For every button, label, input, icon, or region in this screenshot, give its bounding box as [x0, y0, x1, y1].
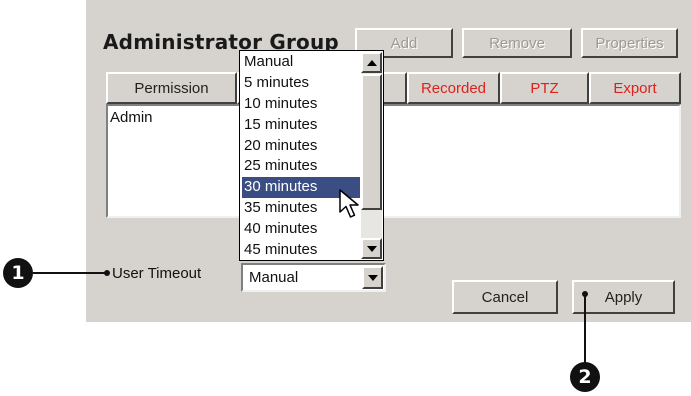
- dropdown-options: Manual 5 minutes 10 minutes 15 minutes 2…: [242, 52, 360, 261]
- mouse-cursor-icon: [339, 189, 359, 218]
- callout-1-leader-line: [33, 272, 106, 274]
- option-45-minutes[interactable]: 45 minutes: [242, 240, 360, 261]
- dropdown-arrow-button[interactable]: [362, 266, 383, 289]
- column-header-ptz[interactable]: PTZ: [500, 72, 589, 104]
- properties-button[interactable]: Properties: [581, 28, 678, 58]
- chevron-down-icon: [366, 245, 377, 252]
- chevron-up-icon: [366, 59, 377, 66]
- option-5-minutes[interactable]: 5 minutes: [242, 73, 360, 94]
- callout-2-leader-line: [584, 294, 586, 364]
- option-15-minutes[interactable]: 15 minutes: [242, 115, 360, 136]
- user-timeout-select[interactable]: Manual: [241, 263, 386, 292]
- callout-badge-1: 1: [3, 258, 33, 288]
- dropdown-scrollbar[interactable]: [361, 52, 382, 259]
- column-header-permission[interactable]: Permission: [106, 72, 237, 104]
- column-header-recorded[interactable]: Recorded: [407, 72, 500, 104]
- cancel-button[interactable]: Cancel: [452, 280, 558, 314]
- user-timeout-dropdown-list[interactable]: Manual 5 minutes 10 minutes 15 minutes 2…: [239, 50, 384, 261]
- scrollbar-thumb[interactable]: [361, 74, 382, 210]
- option-10-minutes[interactable]: 10 minutes: [242, 94, 360, 115]
- apply-button[interactable]: Apply: [572, 280, 675, 314]
- chevron-down-icon: [367, 274, 378, 281]
- scroll-up-button[interactable]: [361, 52, 382, 73]
- list-item[interactable]: Admin: [110, 109, 153, 126]
- user-timeout-label: User Timeout: [112, 265, 202, 282]
- callout-badge-2: 2: [570, 362, 600, 392]
- column-header-export[interactable]: Export: [589, 72, 681, 104]
- remove-button[interactable]: Remove: [462, 28, 572, 58]
- user-timeout-value: Manual: [249, 269, 299, 286]
- callout-1-anchor-dot: [104, 270, 110, 276]
- option-25-minutes[interactable]: 25 minutes: [242, 156, 360, 177]
- option-20-minutes[interactable]: 20 minutes: [242, 136, 360, 157]
- option-manual[interactable]: Manual: [242, 52, 360, 73]
- group-user-list[interactable]: Admin: [106, 104, 681, 218]
- scroll-down-button[interactable]: [361, 238, 382, 259]
